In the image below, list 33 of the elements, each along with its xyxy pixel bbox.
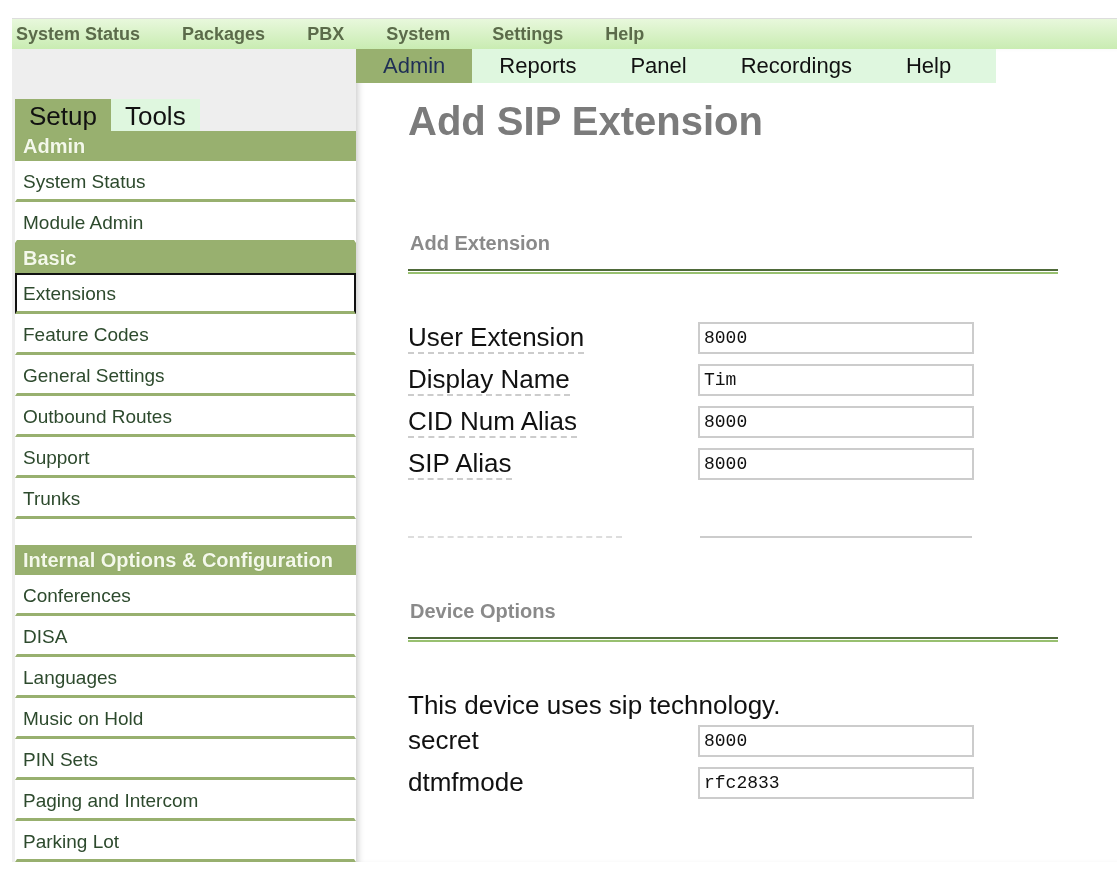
sub-menu-item[interactable]: Panel [603,49,714,83]
input-field[interactable]: 8000 [698,448,974,480]
field-label: dtmfmode [408,767,524,797]
section-heading: Add Extension [409,232,551,255]
top-menu-item[interactable]: System Status [16,23,141,45]
input-field[interactable]: rfc2833 [698,767,974,799]
field-label: SIP Alias [408,448,512,480]
top-menu-item[interactable]: System [386,23,451,45]
sidebar-group-header: Basic [15,243,356,273]
input-field[interactable]: 8000 [698,725,974,757]
top-menu-item[interactable]: Help [605,23,645,45]
input-field[interactable]: 8000 [698,406,974,438]
field-label: User Extension [408,322,585,354]
device-note: This device uses sip technology. [408,690,782,721]
sidebar-item[interactable]: Extensions [15,273,356,314]
top-menu-item[interactable]: Packages [182,23,266,45]
field-label: CID Num Alias [408,406,578,438]
section-heading: Device Options [409,600,557,623]
top-menu-item[interactable]: Settings [492,23,564,45]
sub-menu-item[interactable]: Recordings [713,49,879,83]
sidebar-tab[interactable]: Tools [110,99,200,131]
page-title: Add SIP Extension [408,99,764,144]
field-label: secret [408,725,479,755]
sub-menu-item[interactable]: Admin [356,49,473,83]
top-menu-item[interactable]: PBX [307,23,345,45]
field-label: Display Name [408,364,570,396]
input-field[interactable]: 8000 [698,322,974,354]
sidebar-group-header: Internal Options & Configuration [15,545,356,575]
sidebar-group-header: Admin [15,131,356,161]
sidebar-tab[interactable]: Setup [15,99,111,131]
sub-menu-item[interactable]: Reports [472,49,604,83]
sub-menu-item[interactable]: Help [878,49,979,83]
input-field[interactable]: Tim [698,364,974,396]
